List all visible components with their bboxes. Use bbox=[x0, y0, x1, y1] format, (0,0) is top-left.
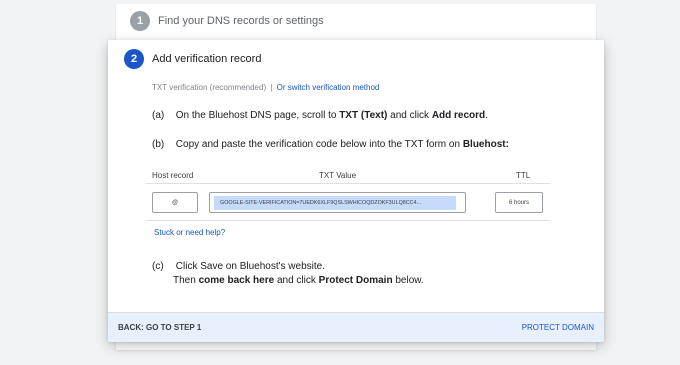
instruction-c-line1: Click Save on Bluehost's website. bbox=[175, 261, 325, 272]
txt-value-text: GOOGLE-SITE-VERIFICATION=7UEDK6XLF9QSLSW… bbox=[214, 195, 456, 210]
instruction-c-line2: Then come back here and click Protect Do… bbox=[173, 275, 424, 286]
step-2-header: 2 Add verification record bbox=[124, 49, 261, 69]
instruction-a-text1: On the Bluehost DNS page, scroll to bbox=[175, 110, 337, 121]
method-recommended-label: TXT verification (recommended) bbox=[152, 83, 267, 92]
step-1-header[interactable]: 1 Find your DNS records or settings bbox=[130, 11, 324, 31]
ttl-field[interactable]: 6 hours bbox=[495, 192, 543, 213]
instruction-a-label: (a) bbox=[152, 110, 165, 121]
instruction-c-bold1: come back here bbox=[198, 275, 275, 286]
instruction-a-text3: . bbox=[485, 110, 488, 121]
back-to-step-1-button[interactable]: BACK: GO TO STEP 1 bbox=[118, 323, 201, 332]
instruction-b: (b) Copy and paste the verification code… bbox=[152, 139, 509, 150]
txt-value-header: TXT Value bbox=[319, 171, 357, 180]
instruction-a-bold2: Add record bbox=[431, 110, 486, 121]
host-record-value: @ bbox=[171, 199, 179, 206]
host-record-header: Host record bbox=[152, 171, 194, 180]
step-1-title: Find your DNS records or settings bbox=[158, 15, 324, 27]
step-2-title: Add verification record bbox=[152, 53, 262, 65]
instruction-b-text1: Copy and paste the verification code bel… bbox=[175, 139, 461, 150]
verification-method-line: TXT verification (recommended) | Or swit… bbox=[152, 83, 379, 92]
txt-value-field[interactable]: GOOGLE-SITE-VERIFICATION=7UEDK6XLF9QSLSW… bbox=[209, 192, 466, 213]
table-divider-top bbox=[146, 183, 550, 184]
verification-dialog: 2 Add verification record TXT verificati… bbox=[108, 40, 604, 342]
instruction-c-text3: below. bbox=[395, 275, 424, 286]
instruction-a: (a) On the Bluehost DNS page, scroll to … bbox=[152, 110, 488, 121]
instruction-a-bold1: TXT (Text) bbox=[339, 110, 388, 121]
step-1-number: 1 bbox=[130, 11, 150, 31]
help-link[interactable]: Stuck or need help? bbox=[154, 228, 225, 237]
ttl-header: TTL bbox=[516, 171, 531, 180]
table-divider-bottom bbox=[146, 220, 550, 221]
instruction-b-label: (b) bbox=[152, 139, 165, 150]
instruction-a-text2: and click bbox=[390, 110, 430, 121]
step-2-number: 2 bbox=[124, 49, 144, 69]
instruction-c-label: (c) bbox=[152, 261, 164, 272]
host-record-field[interactable]: @ bbox=[152, 192, 198, 213]
instruction-b-bold1: Bluehost: bbox=[462, 139, 509, 150]
ttl-value: 6 hours bbox=[508, 199, 529, 206]
switch-method-link[interactable]: Or switch verification method bbox=[277, 83, 380, 92]
method-separator: | bbox=[270, 83, 273, 92]
instruction-c-text2: and click bbox=[276, 275, 316, 286]
instruction-c-bold2: Protect Domain bbox=[318, 275, 393, 286]
instruction-c: (c) Click Save on Bluehost's website. bbox=[152, 261, 325, 272]
instruction-c-text1: Then bbox=[173, 275, 196, 286]
protect-domain-button[interactable]: PROTECT DOMAIN bbox=[522, 323, 594, 332]
dialog-footer: BACK: GO TO STEP 1 PROTECT DOMAIN bbox=[108, 312, 604, 342]
